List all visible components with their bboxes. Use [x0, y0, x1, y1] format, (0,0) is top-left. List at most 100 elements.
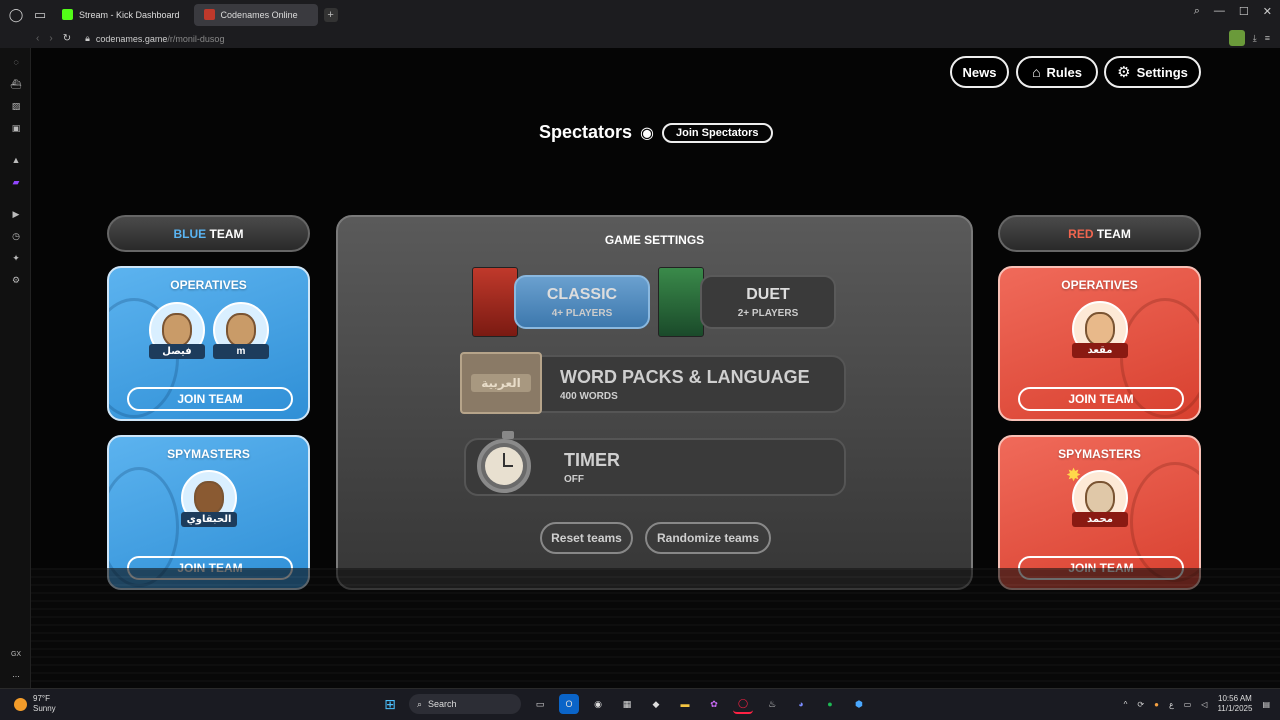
- messenger-icon[interactable]: ▣: [10, 122, 22, 134]
- settings-button[interactable]: ⚙ Settings: [1104, 56, 1201, 88]
- weather-widget[interactable]: 97°F Sunny: [14, 694, 56, 714]
- steam-icon[interactable]: ♨: [762, 694, 782, 714]
- maximize-icon[interactable]: ☐: [1239, 5, 1249, 18]
- minimize-icon[interactable]: —: [1214, 5, 1225, 18]
- notification-icon[interactable]: ▤: [1262, 700, 1270, 709]
- join-team-button[interactable]: JOIN TEAM: [127, 556, 293, 580]
- taskbar-apps: ⊞ ⌕ Search ▭ O ◉ ▦ ◆ ▬ ✿ ◯ ♨ ◕ ● ⬢: [380, 694, 869, 714]
- card-title: SPYMASTERS: [1058, 447, 1141, 461]
- windows-start-icon[interactable]: ⊞: [380, 694, 400, 714]
- news-button[interactable]: News: [950, 56, 1009, 88]
- codenames-icon: [203, 9, 215, 20]
- forward-icon[interactable]: ›: [49, 33, 52, 44]
- red-operatives-card: OPERATIVES مقعد JOIN TEAM: [998, 266, 1201, 421]
- lock-icon: 🔒︎: [85, 33, 90, 43]
- player-name: الحبقاوي: [181, 512, 237, 527]
- mode-players: 4+ PLAYERS: [551, 307, 613, 319]
- search-icon[interactable]: ⌕: [1194, 5, 1200, 18]
- spectators-section: Spectators ◉ Join Spectators: [539, 122, 773, 143]
- twitch-icon[interactable]: ▰: [10, 176, 22, 188]
- tab-kick-dashboard[interactable]: Stream - Kick Dashboard: [52, 4, 190, 26]
- network-icon[interactable]: ▭: [1184, 700, 1192, 709]
- reset-teams-button[interactable]: Reset teams: [540, 522, 633, 554]
- game-settings-title: GAME SETTINGS: [604, 233, 705, 247]
- avatar-face: [1085, 312, 1115, 346]
- reload-icon[interactable]: ↻: [63, 33, 71, 44]
- search-label: Search: [428, 699, 457, 709]
- team-word: TEAM: [206, 226, 244, 241]
- join-team-button[interactable]: JOIN TEAM: [1018, 387, 1184, 411]
- news-label: News: [962, 64, 997, 80]
- word-packs-sub: 400 WORDS: [560, 391, 618, 402]
- history-icon[interactable]: ◷: [10, 230, 22, 242]
- tab-label: Stream - Kick Dashboard: [79, 9, 180, 20]
- mode-name: CLASSIC: [546, 285, 618, 303]
- close-icon[interactable]: ✕: [1263, 5, 1272, 18]
- download-icon[interactable]: ⤓: [1253, 33, 1257, 44]
- tab-label: Codenames Online: [220, 9, 298, 20]
- language-indicator[interactable]: ع: [1169, 700, 1174, 709]
- extensions-icon[interactable]: ✦: [10, 252, 22, 264]
- rules-button[interactable]: ⌂ Rules: [1016, 56, 1098, 88]
- team-color-word: BLUE: [173, 226, 207, 241]
- search-icon: ⌕: [417, 698, 423, 709]
- language-card-icon: العربية: [460, 352, 542, 414]
- card-title: OPERATIVES: [1061, 278, 1138, 292]
- join-spectators-button[interactable]: Join Spectators: [662, 122, 773, 143]
- join-team-button[interactable]: JOIN TEAM: [1018, 556, 1184, 580]
- task-view-icon[interactable]: ▭: [530, 694, 550, 714]
- store-icon[interactable]: ▦: [617, 694, 637, 714]
- extension-icon[interactable]: [1228, 30, 1245, 46]
- randomize-teams-button[interactable]: Randomize teams: [645, 522, 771, 554]
- settings-gear-icon[interactable]: ⚙: [10, 274, 22, 286]
- tab-codenames[interactable]: Codenames Online: [193, 3, 318, 26]
- player-name: m: [213, 344, 269, 359]
- rules-label: Rules: [1046, 64, 1082, 80]
- sync-icon[interactable]: ⟳: [1137, 700, 1144, 709]
- address-bar: ‹ › ↻ 🔒︎ codenames.game/r/monil-dusog ⤓ …: [0, 29, 1280, 48]
- opera-logo-icon[interactable]: ◯: [4, 3, 28, 27]
- game-settings-panel: GAME SETTINGS CLASSIC 4+ PLAYERS DUET 2+…: [336, 215, 973, 590]
- player-icon[interactable]: ▶: [10, 208, 22, 220]
- taskbar-search[interactable]: ⌕ Search: [409, 694, 521, 714]
- weather-condition: Sunny: [33, 704, 56, 713]
- menu-icon[interactable]: ≡: [1265, 33, 1270, 43]
- volume-icon[interactable]: ◁: [1201, 700, 1207, 709]
- clock[interactable]: 10:56 AM 11/1/2025: [1217, 694, 1252, 714]
- duet-mode-button[interactable]: DUET 2+ PLAYERS: [700, 275, 836, 329]
- spotify-icon[interactable]: ●: [820, 694, 840, 714]
- gaming-icon[interactable]: ▨: [10, 100, 22, 112]
- settings-label: Settings: [1136, 64, 1188, 80]
- chrome-icon[interactable]: ◉: [588, 694, 608, 714]
- url-path: /r/monil-dusog: [167, 33, 225, 44]
- mic-icon[interactable]: ●: [1154, 700, 1159, 709]
- rocket-league-icon[interactable]: ⬢: [849, 694, 869, 714]
- red-spymasters-card: SPYMASTERS ✸ محمد JOIN TEAM: [998, 435, 1201, 590]
- file-explorer-icon[interactable]: ▬: [675, 694, 695, 714]
- codenames-page: News ⌂ Rules ⚙ Settings Spectators ◉ Joi…: [31, 48, 1280, 688]
- card-title: OPERATIVES: [170, 278, 247, 292]
- window-controls: ⌕ — ☐ ✕: [1194, 5, 1272, 18]
- chevron-up-icon[interactable]: ^: [1124, 700, 1128, 709]
- ship-icon[interactable]: ⛴︎: [10, 78, 22, 90]
- kick-sidebar-icon[interactable]: ▲: [10, 154, 22, 166]
- classic-mode-button[interactable]: CLASSIC 4+ PLAYERS: [514, 275, 650, 329]
- avatar-face: [226, 313, 256, 347]
- opera-gx-icon[interactable]: ◯: [733, 694, 753, 714]
- more-icon[interactable]: ...: [10, 668, 22, 680]
- join-team-button[interactable]: JOIN TEAM: [127, 387, 293, 411]
- blue-operatives-card: OPERATIVES فيصل m JOIN TEAM: [107, 266, 310, 421]
- bookmark-icon: ⌂: [1032, 64, 1041, 80]
- copilot-icon[interactable]: ✿: [704, 694, 724, 714]
- ai-icon[interactable]: ◌: [10, 56, 22, 68]
- red-team-header: RED TEAM: [998, 215, 1201, 252]
- url-field[interactable]: 🔒︎ codenames.game/r/monil-dusog: [85, 33, 224, 44]
- unity-icon[interactable]: ◆: [646, 694, 666, 714]
- tab-islands-icon[interactable]: ▭: [28, 3, 52, 27]
- language-label: العربية: [471, 374, 531, 392]
- new-tab-button[interactable]: +: [323, 7, 338, 22]
- discord-icon[interactable]: ◕: [791, 694, 811, 714]
- back-icon[interactable]: ‹: [36, 33, 39, 44]
- outlook-icon[interactable]: O: [559, 694, 579, 714]
- gx-control-label[interactable]: GX: [9, 648, 23, 660]
